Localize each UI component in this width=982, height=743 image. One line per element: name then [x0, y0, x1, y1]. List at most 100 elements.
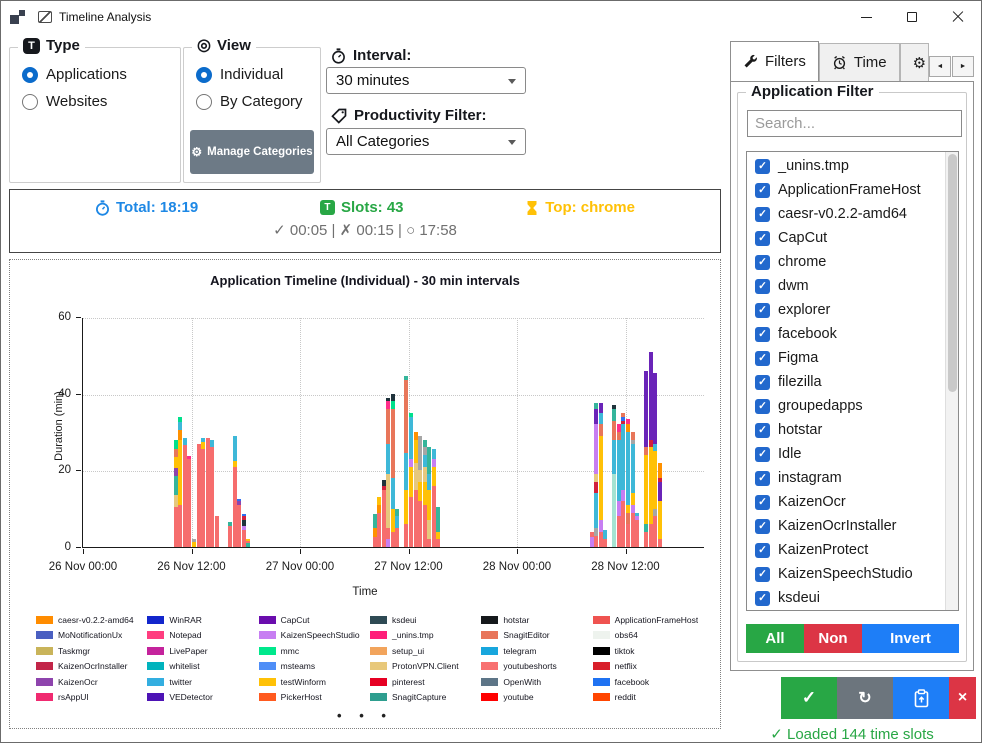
plot-area: 020406026 Nov 00:0026 Nov 12:0027 Nov 00… [82, 318, 704, 548]
bar-segment [617, 432, 621, 440]
apply-button[interactable]: ✓ [781, 677, 837, 719]
legend-swatch [370, 662, 387, 670]
stacked-bar [197, 444, 201, 548]
close-button[interactable] [935, 1, 981, 33]
filter-list-item[interactable]: ✓filezilla [747, 370, 945, 394]
checkbox-checked-icon[interactable]: ✓ [755, 447, 770, 462]
wrench-icon [743, 54, 758, 69]
checkbox-checked-icon[interactable]: ✓ [755, 207, 770, 222]
tag-icon [331, 108, 347, 124]
search-input[interactable] [747, 110, 962, 137]
tab-strip: Filters Time ⚙ O ◄ ► [730, 43, 974, 81]
tab-filters[interactable]: Filters [730, 41, 819, 81]
filter-list-item[interactable]: ✓dwm [747, 274, 945, 298]
bar-segment [427, 539, 431, 547]
stacked-bar [395, 509, 399, 547]
checkbox-checked-icon[interactable]: ✓ [755, 471, 770, 486]
stacked-bar [658, 463, 662, 547]
list-scrollbar[interactable] [945, 152, 958, 610]
filter-list-item[interactable]: ✓caesr-v0.2.2-amd64 [747, 202, 945, 226]
bar-segment [599, 532, 603, 547]
select-none-button[interactable]: Non [804, 624, 862, 653]
legend-swatch [481, 678, 498, 686]
bar-segment [373, 514, 377, 527]
radio-individual-control[interactable] [196, 67, 212, 83]
filter-list-item[interactable]: ✓KaizenOcr [747, 490, 945, 514]
legend-swatch [259, 631, 276, 639]
radio-by-category[interactable]: By Category [196, 93, 320, 110]
checkbox-checked-icon[interactable]: ✓ [755, 351, 770, 366]
bar-segment [192, 542, 196, 547]
checkbox-checked-icon[interactable]: ✓ [755, 279, 770, 294]
interval-value: 30 minutes [336, 72, 409, 89]
filter-list-item[interactable]: ✓Idle [747, 442, 945, 466]
radio-websites[interactable]: Websites [22, 93, 180, 110]
export-button[interactable] [893, 677, 949, 719]
application-filter-list[interactable]: ✓_unins.tmp✓ApplicationFrameHost✓caesr-v… [746, 151, 959, 611]
checkbox-checked-icon[interactable]: ✓ [755, 543, 770, 558]
bar-segment [617, 440, 621, 501]
filter-list-item[interactable]: ✓CapCut [747, 226, 945, 250]
checkbox-checked-icon[interactable]: ✓ [755, 375, 770, 390]
y-tick-label: 60 [41, 311, 71, 323]
invert-selection-button[interactable]: Invert [862, 624, 959, 653]
checkbox-checked-icon[interactable]: ✓ [755, 567, 770, 582]
checkbox-checked-icon[interactable]: ✓ [755, 159, 770, 174]
filter-list-item[interactable]: ✓instagram [747, 466, 945, 490]
filter-list-item[interactable]: ✓KaizenProtect [747, 538, 945, 562]
filter-list-item[interactable]: ✓Figma [747, 346, 945, 370]
checkbox-checked-icon[interactable]: ✓ [755, 495, 770, 510]
radio-applications-control[interactable] [22, 67, 38, 83]
checkbox-checked-icon[interactable]: ✓ [755, 519, 770, 534]
interval-dropdown[interactable]: 30 minutes [326, 67, 526, 94]
bar-segment [612, 409, 616, 421]
checkbox-checked-icon[interactable]: ✓ [755, 303, 770, 318]
manage-categories-button[interactable]: ⚙ Manage Categories [190, 130, 314, 174]
filter-list-item[interactable]: ✓facebook [747, 322, 945, 346]
bar-segment [594, 482, 598, 494]
tab-time[interactable]: Time [819, 43, 900, 81]
app-icon [10, 10, 26, 25]
productivity-filter-dropdown[interactable]: All Categories [326, 128, 526, 155]
bar-segment [423, 447, 427, 455]
tab-scroll-left-button[interactable]: ◄ [929, 56, 951, 77]
checkbox-checked-icon[interactable]: ✓ [755, 231, 770, 246]
checkbox-checked-icon[interactable]: ✓ [755, 255, 770, 270]
radio-by-category-control[interactable] [196, 94, 212, 110]
type-icon: T [23, 38, 40, 54]
bar-segment [174, 507, 178, 547]
minimize-button[interactable] [843, 1, 889, 33]
bar-segment [414, 432, 418, 440]
tab-options[interactable]: ⚙ O [900, 43, 929, 81]
filter-list-item[interactable]: ✓hotstar [747, 418, 945, 442]
radio-applications[interactable]: Applications [22, 66, 180, 83]
stacked-bar [373, 514, 377, 547]
filter-list-item[interactable]: ✓ksdeui [747, 586, 945, 610]
filter-list-item[interactable]: ✓_unins.tmp [747, 154, 945, 178]
stacked-bar [626, 419, 630, 547]
radio-websites-control[interactable] [22, 94, 38, 110]
checkbox-checked-icon[interactable]: ✓ [755, 327, 770, 342]
select-all-button[interactable]: All [746, 624, 804, 653]
refresh-button[interactable]: ↻ [837, 677, 893, 719]
checkbox-checked-icon[interactable]: ✓ [755, 591, 770, 606]
productivity-filter-value: All Categories [336, 133, 429, 150]
filter-list-item[interactable]: ✓explorer [747, 298, 945, 322]
checkbox-checked-icon[interactable]: ✓ [755, 399, 770, 414]
cancel-button[interactable]: × [949, 677, 976, 719]
bar-segment [418, 482, 422, 501]
tab-scroll-right-button[interactable]: ► [952, 56, 974, 77]
maximize-button[interactable] [889, 1, 935, 33]
filter-list-item[interactable]: ✓KaizenSpeechStudio [747, 562, 945, 586]
filter-list-item[interactable]: ✓chrome [747, 250, 945, 274]
bar-segment [178, 440, 182, 505]
filter-list-item[interactable]: ✓groupedapps [747, 394, 945, 418]
legend-item: pinterest [370, 674, 475, 690]
checkbox-checked-icon[interactable]: ✓ [755, 183, 770, 198]
radio-individual[interactable]: Individual [196, 66, 320, 83]
checkbox-checked-icon[interactable]: ✓ [755, 423, 770, 438]
filter-list-item[interactable]: ✓ApplicationFrameHost [747, 178, 945, 202]
filter-list-item[interactable]: ✓KaizenOcrInstaller [747, 514, 945, 538]
legend-swatch [370, 693, 387, 701]
list-scrollbar-thumb[interactable] [948, 154, 957, 392]
